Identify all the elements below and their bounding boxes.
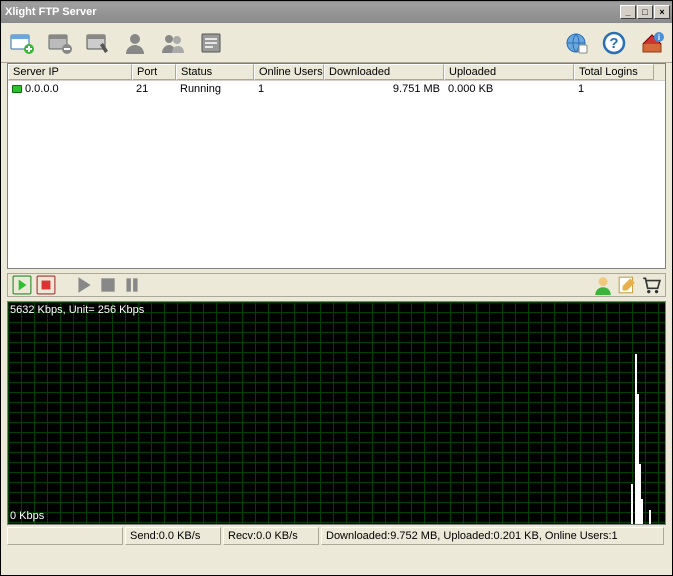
- cell-ip: 0.0.0.0: [8, 83, 132, 95]
- column-header-ip[interactable]: Server IP: [8, 64, 132, 80]
- cart-button[interactable]: [641, 275, 661, 295]
- play-button[interactable]: [74, 275, 94, 295]
- graph-bottom-label: 0 Kbps: [10, 510, 44, 522]
- cell-status: Running: [176, 83, 254, 95]
- user-icon: [122, 30, 148, 56]
- online-users-button[interactable]: [593, 275, 613, 295]
- svg-text:i: i: [658, 33, 660, 42]
- cell-down: 9.751 MB: [324, 83, 444, 95]
- global-options-button[interactable]: [562, 29, 590, 57]
- server-status-led-icon: [12, 85, 22, 93]
- graph-spike: [649, 510, 651, 524]
- user-button[interactable]: [121, 29, 149, 57]
- status-send: Send:0.0 KB/s: [125, 527, 221, 545]
- graph-spike: [631, 484, 633, 524]
- maximize-button[interactable]: □: [637, 5, 653, 19]
- users-button[interactable]: [159, 29, 187, 57]
- globe-icon: [563, 30, 589, 56]
- column-header-down[interactable]: Downloaded: [324, 64, 444, 80]
- add-server-icon: [8, 30, 34, 56]
- remove-server-icon: [46, 30, 72, 56]
- bandwidth-graph: 5632 Kbps, Unit= 256 Kbps 0 Kbps: [7, 301, 666, 525]
- remove-server-button[interactable]: [45, 29, 73, 57]
- home-button[interactable]: i: [638, 29, 666, 57]
- control-bar: [7, 273, 666, 297]
- add-server-button[interactable]: [7, 29, 35, 57]
- server-config-button[interactable]: [83, 29, 111, 57]
- column-header-up[interactable]: Uploaded: [444, 64, 574, 80]
- column-header-online[interactable]: Online Users: [254, 64, 324, 80]
- edit-icon: [617, 275, 637, 295]
- play-icon: [74, 275, 94, 295]
- cart-icon: [641, 275, 661, 295]
- cell-ip-text: 0.0.0.0: [25, 83, 59, 95]
- pause-button[interactable]: [122, 275, 142, 295]
- minimize-button[interactable]: _: [620, 5, 636, 19]
- edit-button[interactable]: [617, 275, 637, 295]
- status-recv: Recv:0.0 KB/s: [223, 527, 319, 545]
- status-bar: Send:0.0 KB/s Recv:0.0 KB/s Downloaded:9…: [7, 527, 666, 545]
- cell-port: 21: [132, 83, 176, 95]
- list-body: 0.0.0.0 21 Running 1 9.751 MB 0.000 KB 1: [8, 81, 665, 268]
- help-icon: ?: [601, 30, 627, 56]
- cell-logins: 1: [574, 83, 654, 95]
- graph-top-label: 5632 Kbps, Unit= 256 Kbps: [10, 304, 144, 316]
- window-buttons: _ □ ×: [620, 5, 670, 19]
- stop-square-icon: [36, 275, 56, 295]
- window-title: Xlight FTP Server: [5, 6, 620, 18]
- stop-button[interactable]: [98, 275, 118, 295]
- list-header: Server IP Port Status Online Users Downl…: [8, 64, 665, 81]
- stop-all-button[interactable]: [36, 275, 56, 295]
- users-icon: [160, 30, 186, 56]
- column-header-port[interactable]: Port: [132, 64, 176, 80]
- titlebar: Xlight FTP Server _ □ ×: [1, 1, 672, 23]
- column-header-status[interactable]: Status: [176, 64, 254, 80]
- start-all-button[interactable]: [12, 275, 32, 295]
- avatar-icon: [593, 275, 613, 295]
- pause-icon: [122, 275, 142, 295]
- stop-icon: [98, 275, 118, 295]
- table-row[interactable]: 0.0.0.0 21 Running 1 9.751 MB 0.000 KB 1: [8, 81, 665, 97]
- status-summary: Downloaded:9.752 MB, Uploaded:0.201 KB, …: [321, 527, 664, 545]
- svg-text:?: ?: [609, 35, 618, 52]
- graph-spike: [641, 499, 643, 524]
- main-toolbar: ? i: [1, 23, 672, 63]
- home-icon: i: [639, 30, 665, 56]
- log-icon: [198, 30, 224, 56]
- log-button[interactable]: [197, 29, 225, 57]
- close-button[interactable]: ×: [654, 5, 670, 19]
- help-button[interactable]: ?: [600, 29, 628, 57]
- status-cell-1: [7, 527, 123, 545]
- play-square-icon: [12, 275, 32, 295]
- cell-up: 0.000 KB: [444, 83, 574, 95]
- cell-online: 1: [254, 83, 324, 95]
- column-header-logins[interactable]: Total Logins: [574, 64, 654, 80]
- server-list: Server IP Port Status Online Users Downl…: [7, 63, 666, 269]
- server-config-icon: [84, 30, 110, 56]
